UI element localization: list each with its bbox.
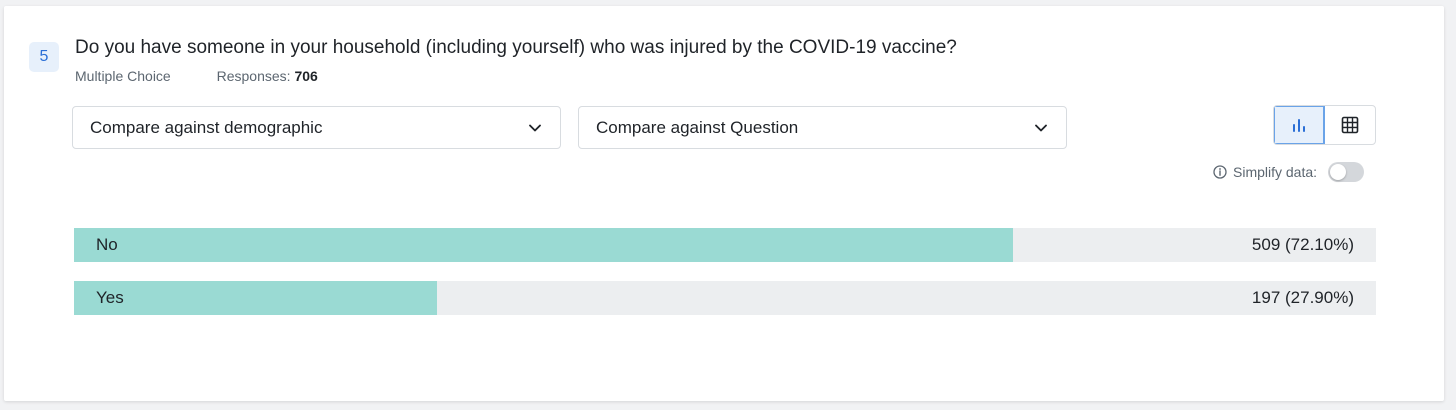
question-card: 5 Do you have someone in your household … [4, 6, 1444, 401]
chart-view-button[interactable] [1274, 106, 1325, 144]
bar-fill [74, 228, 1013, 262]
bar-label: Yes [96, 288, 124, 307]
simplify-data-label: Simplify data: [1233, 164, 1318, 180]
bar-fill [74, 281, 438, 315]
bar-row: Yes 197 (27.90%) [74, 281, 1376, 315]
info-icon[interactable] [1213, 165, 1227, 179]
compare-question-label: Compare against Question [596, 117, 799, 137]
bar-chart-icon [1293, 119, 1305, 132]
bar-value-label: 197 (27.90%) [1251, 288, 1354, 307]
question-type: Multiple Choice [75, 68, 171, 84]
bar-row: No 509 (72.10%) [74, 228, 1376, 262]
responses-label: Responses: [216, 68, 291, 84]
simplify-data-control: Simplify data: [1213, 162, 1365, 182]
compare-question-dropdown[interactable]: Compare against Question [578, 106, 1067, 149]
toggle-knob [1330, 164, 1347, 180]
question-title: Do you have someone in your household (i… [75, 37, 957, 58]
table-icon [1341, 116, 1359, 134]
simplify-data-toggle[interactable] [1328, 162, 1365, 182]
view-toggle [1273, 105, 1376, 145]
chevron-down-icon [1035, 124, 1047, 131]
question-meta: Multiple Choice Responses: 706 [75, 68, 318, 84]
table-view-button[interactable] [1325, 106, 1375, 144]
bar-value-label: 509 (72.10%) [1251, 235, 1354, 254]
bar-label: No [96, 235, 118, 254]
question-number-badge: 5 [29, 42, 59, 72]
chevron-down-icon [529, 124, 541, 131]
compare-demographic-dropdown[interactable]: Compare against demographic [72, 106, 561, 149]
responses-summary: Responses: 706 [217, 68, 318, 84]
compare-demographic-label: Compare against demographic [90, 117, 323, 137]
responses-count: 706 [294, 68, 318, 84]
